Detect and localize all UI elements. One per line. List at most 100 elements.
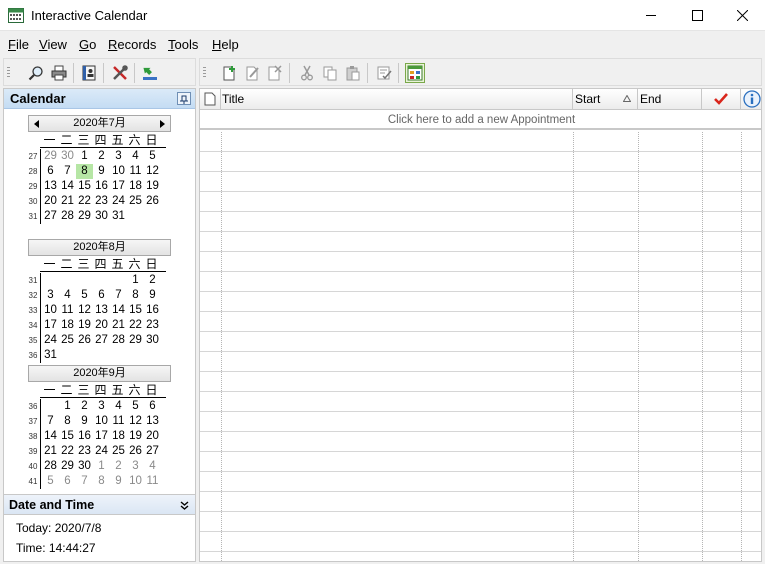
day-cell[interactable]: 7 (76, 474, 93, 489)
day-cell[interactable]: 13 (93, 303, 110, 318)
add-appointment-row[interactable]: Click here to add a new Appointment (200, 110, 761, 130)
week-number[interactable]: 36 (26, 348, 40, 363)
day-cell[interactable]: 17 (93, 429, 110, 444)
day-cell[interactable]: 9 (110, 474, 127, 489)
day-cell[interactable]: 26 (76, 333, 93, 348)
day-cell[interactable]: 19 (76, 318, 93, 333)
month-header[interactable]: 2020年9月 (28, 365, 171, 382)
week-number[interactable]: 34 (26, 318, 40, 333)
menu-file[interactable]: File (8, 37, 29, 52)
day-cell-today[interactable]: 8 (76, 164, 93, 179)
import-button[interactable] (140, 63, 160, 83)
week-number[interactable]: 35 (26, 333, 40, 348)
month-header[interactable]: 2020年8月 (28, 239, 171, 256)
menu-records[interactable]: Records (108, 37, 156, 52)
day-cell[interactable]: 7 (42, 414, 59, 429)
address-book-button[interactable] (79, 63, 99, 83)
day-cell[interactable]: 15 (59, 429, 76, 444)
week-number[interactable]: 38 (26, 429, 40, 444)
day-cell[interactable]: 5 (144, 149, 161, 164)
column-header-end[interactable]: End (638, 89, 702, 110)
print-button[interactable] (49, 63, 69, 83)
day-cell[interactable]: 12 (127, 414, 144, 429)
column-header-complete[interactable] (702, 89, 741, 110)
day-cell[interactable]: 9 (93, 164, 110, 179)
day-cell[interactable]: 22 (76, 194, 93, 209)
day-cell[interactable]: 5 (76, 288, 93, 303)
day-cell[interactable]: 30 (76, 459, 93, 474)
day-cell[interactable]: 16 (93, 179, 110, 194)
day-cell[interactable]: 27 (93, 333, 110, 348)
datetime-panel-header[interactable]: Date and Time (4, 494, 195, 515)
day-cell[interactable]: 13 (144, 414, 161, 429)
cut-button[interactable] (297, 63, 317, 83)
day-cell[interactable]: 8 (93, 474, 110, 489)
toolbar-grip[interactable] (7, 67, 10, 79)
day-cell[interactable]: 6 (59, 474, 76, 489)
previous-month-arrow-icon[interactable] (34, 120, 39, 128)
day-cell[interactable]: 10 (42, 303, 59, 318)
week-number[interactable]: 27 (26, 149, 40, 164)
day-cell[interactable]: 27 (144, 444, 161, 459)
day-cell[interactable]: 14 (42, 429, 59, 444)
week-number[interactable]: 39 (26, 444, 40, 459)
week-number[interactable]: 32 (26, 288, 40, 303)
day-cell[interactable]: 24 (110, 194, 127, 209)
day-cell[interactable]: 1 (76, 149, 93, 164)
day-cell[interactable]: 20 (144, 429, 161, 444)
day-cell[interactable]: 27 (42, 209, 59, 224)
day-cell[interactable]: 2 (76, 399, 93, 414)
day-cell[interactable]: 24 (42, 333, 59, 348)
day-cell[interactable]: 21 (42, 444, 59, 459)
copy-button[interactable] (320, 63, 340, 83)
day-cell[interactable]: 4 (127, 149, 144, 164)
day-cell[interactable]: 7 (59, 164, 76, 179)
day-cell[interactable]: 23 (93, 194, 110, 209)
paste-button[interactable] (343, 63, 363, 83)
week-number[interactable]: 41 (26, 474, 40, 489)
week-number[interactable]: 33 (26, 303, 40, 318)
day-cell[interactable]: 28 (110, 333, 127, 348)
day-cell[interactable]: 28 (59, 209, 76, 224)
day-cell[interactable]: 10 (110, 164, 127, 179)
day-cell[interactable]: 20 (42, 194, 59, 209)
day-cell[interactable]: 16 (144, 303, 161, 318)
menu-help[interactable]: Help (212, 37, 239, 52)
day-cell[interactable]: 26 (127, 444, 144, 459)
day-cell[interactable]: 1 (59, 399, 76, 414)
day-cell[interactable]: 23 (76, 444, 93, 459)
day-cell[interactable]: 6 (144, 399, 161, 414)
week-number[interactable]: 29 (26, 179, 40, 194)
day-cell[interactable]: 12 (144, 164, 161, 179)
day-cell[interactable]: 8 (127, 288, 144, 303)
day-cell[interactable]: 4 (59, 288, 76, 303)
week-number[interactable]: 28 (26, 164, 40, 179)
day-cell[interactable]: 12 (76, 303, 93, 318)
day-cell[interactable]: 11 (59, 303, 76, 318)
day-cell[interactable]: 30 (59, 149, 76, 164)
day-cell[interactable]: 11 (110, 414, 127, 429)
day-cell[interactable]: 10 (93, 414, 110, 429)
column-header-start[interactable]: Start (573, 89, 638, 110)
day-cell[interactable]: 11 (144, 474, 161, 489)
new-appointment-button[interactable] (219, 63, 239, 83)
day-cell[interactable]: 20 (93, 318, 110, 333)
month-header[interactable]: 2020年7月 (28, 115, 171, 132)
day-cell[interactable]: 4 (110, 399, 127, 414)
day-cell[interactable]: 5 (127, 399, 144, 414)
options-button[interactable] (110, 63, 130, 83)
day-cell[interactable]: 29 (42, 149, 59, 164)
menu-view[interactable]: View (39, 37, 67, 52)
double-chevron-down-icon[interactable] (180, 501, 189, 510)
toolbar-grip[interactable] (203, 67, 206, 79)
minimize-button[interactable] (628, 0, 674, 31)
day-cell[interactable]: 1 (127, 273, 144, 288)
day-cell[interactable]: 17 (110, 179, 127, 194)
day-cell[interactable]: 26 (144, 194, 161, 209)
day-cell[interactable]: 22 (127, 318, 144, 333)
day-cell[interactable]: 28 (42, 459, 59, 474)
week-number[interactable]: 31 (26, 273, 40, 288)
day-cell[interactable]: 29 (127, 333, 144, 348)
day-cell[interactable]: 18 (127, 179, 144, 194)
column-header-icon[interactable] (200, 89, 221, 110)
